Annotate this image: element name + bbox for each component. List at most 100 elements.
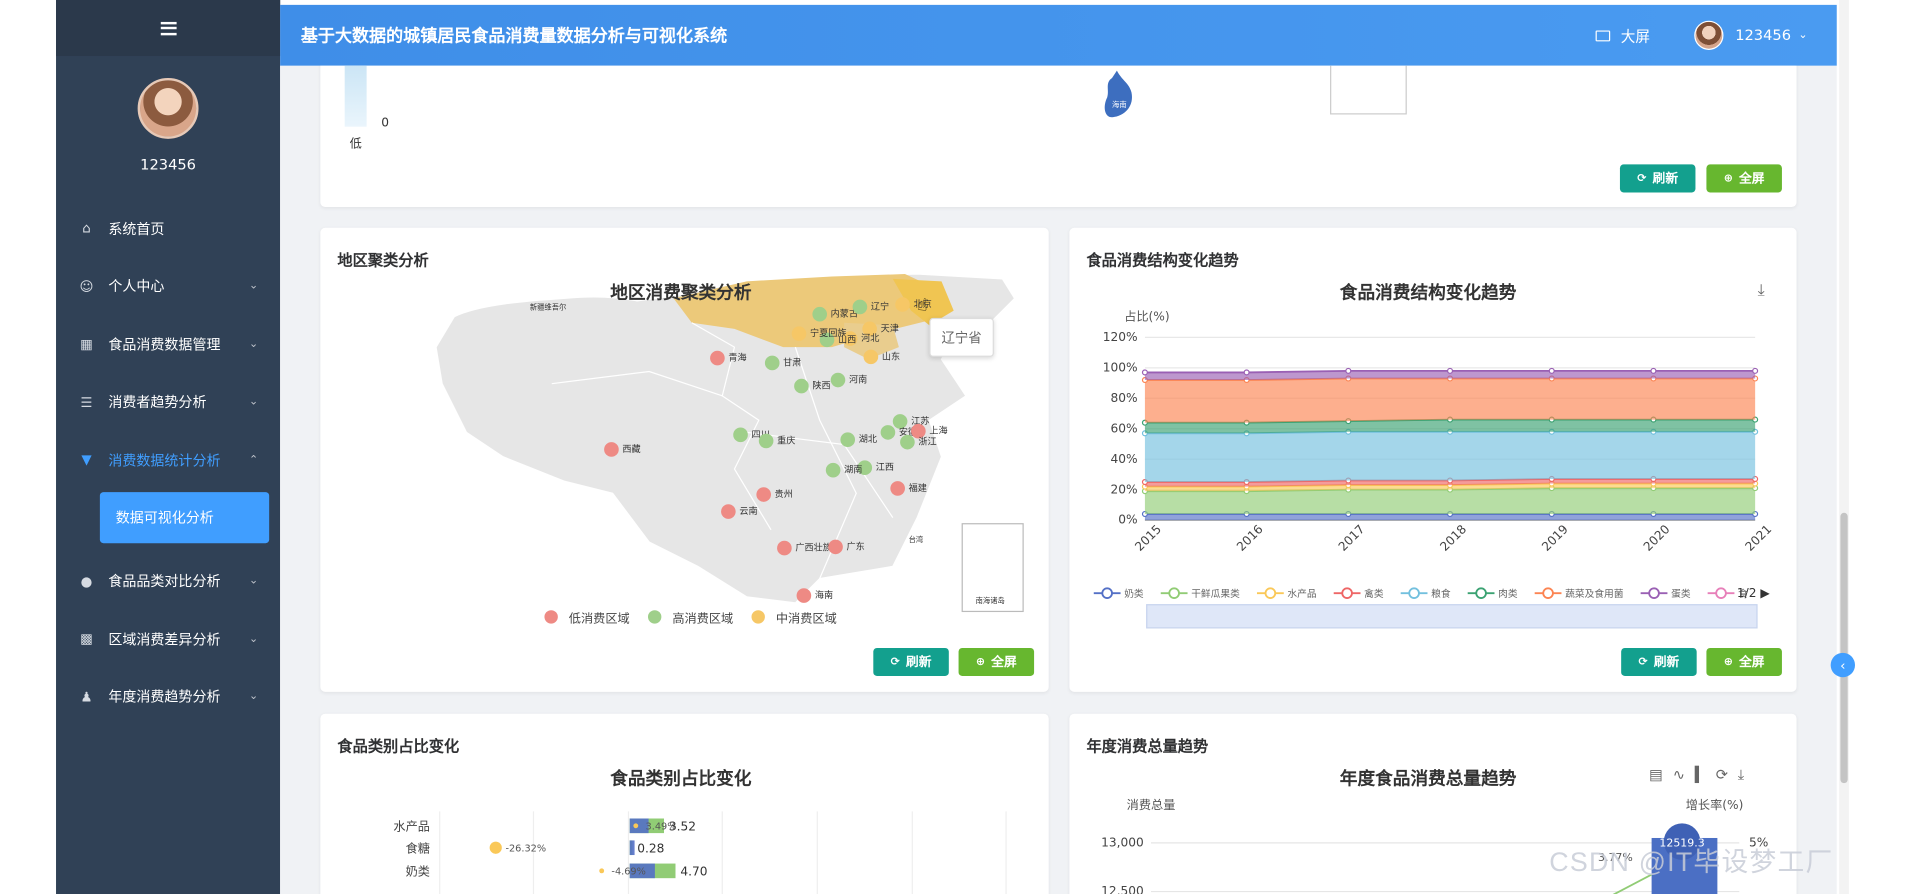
cluster-point[interactable] [852,299,868,315]
data-point[interactable] [1752,367,1759,374]
cluster-chart-title: 地区消费聚类分析 [610,283,752,304]
refresh-button[interactable]: ⟳ 刷新 [1619,164,1696,193]
cluster-point[interactable] [828,539,843,555]
card-header: 食品类别占比变化 [337,736,460,756]
data-point[interactable] [1141,369,1148,376]
x-tick-label: 2017 [1336,522,1368,554]
refresh-button[interactable]: ⟳ 刷新 [1621,647,1697,676]
chevron-down-icon: ⌄ [249,396,259,409]
cluster-point[interactable] [812,306,828,322]
legend-item[interactable]: 中消费区域 [776,608,837,626]
cluster-point[interactable] [710,350,725,366]
bar-icon[interactable]: ▍ [1695,766,1716,783]
legend-label[interactable]: 奶类 [1124,587,1144,600]
legend-symbol[interactable] [1264,587,1277,599]
sidebar-toggle[interactable] [56,0,281,57]
legend-symbol[interactable] [1648,587,1660,599]
cluster-point[interactable] [733,427,748,443]
area-series[interactable] [1144,378,1756,423]
data-point[interactable] [1548,367,1555,374]
province-label: 青海 [728,352,747,363]
sidebar-item-annual-trend[interactable]: ♟ 年度消费趋势分析 ⌄ [56,668,280,726]
refresh-icon: ⟳ [1638,655,1648,669]
cluster-point[interactable] [880,425,896,440]
change-point[interactable] [633,823,639,829]
download-icon[interactable]: ⤓ [1738,766,1754,783]
sidebar-item-label: 区域消费差异分析 [108,630,221,648]
chevron-down-icon[interactable]: ⌄ [1798,29,1807,41]
cluster-point[interactable] [758,433,774,449]
download-icon[interactable]: ⤓ [1758,281,1765,299]
cluster-point[interactable] [830,372,846,388]
sidebar-item-category-compare[interactable]: ● 食品品类对比分析 ⌄ [56,552,280,610]
sidebar-item-profile[interactable]: ☺ 个人中心 ⌄ [56,258,280,316]
change-point[interactable] [489,841,502,854]
legend-item[interactable]: 高消费区域 [672,608,733,626]
province-label: 海南 [814,589,834,601]
legend-pager[interactable]: 1/2 ▶ [1737,587,1770,600]
cluster-point[interactable] [791,326,807,342]
legend-label[interactable]: 禽类 [1364,587,1384,600]
legend-item[interactable]: 低消费区域 [569,608,630,626]
sidebar-item-consumer-trend[interactable]: ☰ 消费者趋势分析 ⌄ [56,373,280,431]
cluster-point[interactable] [900,434,915,450]
legend-label[interactable]: 粮食 [1431,587,1451,600]
legend-label[interactable]: 蛋类 [1671,587,1691,600]
sidebar-item-data-mgmt[interactable]: ▦ 食品消费数据管理 ⌄ [56,315,280,373]
data-view-icon[interactable]: ▤ [1649,766,1673,783]
bar[interactable] [629,840,635,856]
province-label: 重庆 [777,434,796,446]
legend-label[interactable]: 肉类 [1498,587,1518,600]
refresh-icon: ⟳ [890,655,900,669]
x-tick-label: 2016 [1234,522,1266,554]
data-point[interactable] [1446,367,1454,374]
sidebar-item-home[interactable]: ⌂ 系统首页 [56,200,280,258]
header-username[interactable]: 123456 [1735,27,1791,44]
chevron-left-icon[interactable]: ‹ [1830,652,1856,678]
data-point[interactable] [1650,367,1657,374]
scrollbar-thumb[interactable] [1840,512,1848,784]
legend-label[interactable]: 干鲜瓜果类 [1191,587,1240,600]
legend-symbol[interactable] [1341,587,1353,599]
header-avatar[interactable] [1693,20,1724,50]
cluster-point[interactable] [863,349,879,365]
sidebar-subitem-visualization[interactable]: 数据可视化分析 [99,491,270,543]
data-point[interactable] [1243,369,1250,376]
data-point[interactable] [1345,367,1352,374]
fullscreen-button[interactable]: ⊕ 全屏 [1706,164,1782,193]
line-icon[interactable]: ∿ [1673,766,1695,783]
cluster-point[interactable] [756,487,771,502]
legend-label[interactable]: 水产品 [1287,587,1316,600]
cluster-point[interactable] [890,481,905,496]
legend-symbol[interactable] [1101,587,1113,599]
legend-label[interactable]: 蔬菜及食用菌 [1565,587,1624,600]
cluster-point[interactable] [764,355,780,371]
cluster-point[interactable] [840,432,856,448]
cluster-point[interactable] [604,442,619,457]
legend-symbol[interactable] [1408,587,1420,599]
bigscreen-button[interactable]: 大屏 [1595,25,1650,46]
sidebar-item-stats[interactable]: ▼ 消费数据统计分析 ⌃ [56,431,280,489]
ratio-card: 食品类别占比变化 食品类别占比变化 水产品 3.52 3.49% 食糖 0.28 -26.… [320,713,1049,894]
restore-icon[interactable]: ⟳ [1716,766,1738,783]
hamburger-icon[interactable] [160,21,177,35]
fullscreen-button[interactable]: ⊕ 全屏 [1706,647,1782,676]
cluster-point[interactable] [796,588,812,603]
app-title: 基于大数据的城镇居民食品消费量数据分析与可视化系统 [300,26,728,47]
cluster-point[interactable] [825,462,841,478]
legend-symbol[interactable] [1475,587,1487,599]
cluster-point[interactable] [777,540,792,556]
fullscreen-button[interactable]: ⊕ 全屏 [958,647,1035,676]
legend-symbol[interactable] [1542,587,1554,599]
cluster-point[interactable] [721,504,736,519]
legend-symbol[interactable] [1168,587,1180,599]
area-series[interactable] [1144,431,1756,483]
legend-symbol[interactable] [1715,587,1727,599]
sidebar-item-region-diff[interactable]: ▩ 区域消费差异分析 ⌄ [56,610,280,668]
change-point[interactable] [599,868,605,874]
datazoom-slider[interactable] [1146,604,1758,629]
value-label: 4.70 [680,865,707,879]
cluster-point[interactable] [794,378,809,394]
refresh-button[interactable]: ⟳ 刷新 [873,647,949,676]
cluster-point[interactable] [895,297,910,312]
